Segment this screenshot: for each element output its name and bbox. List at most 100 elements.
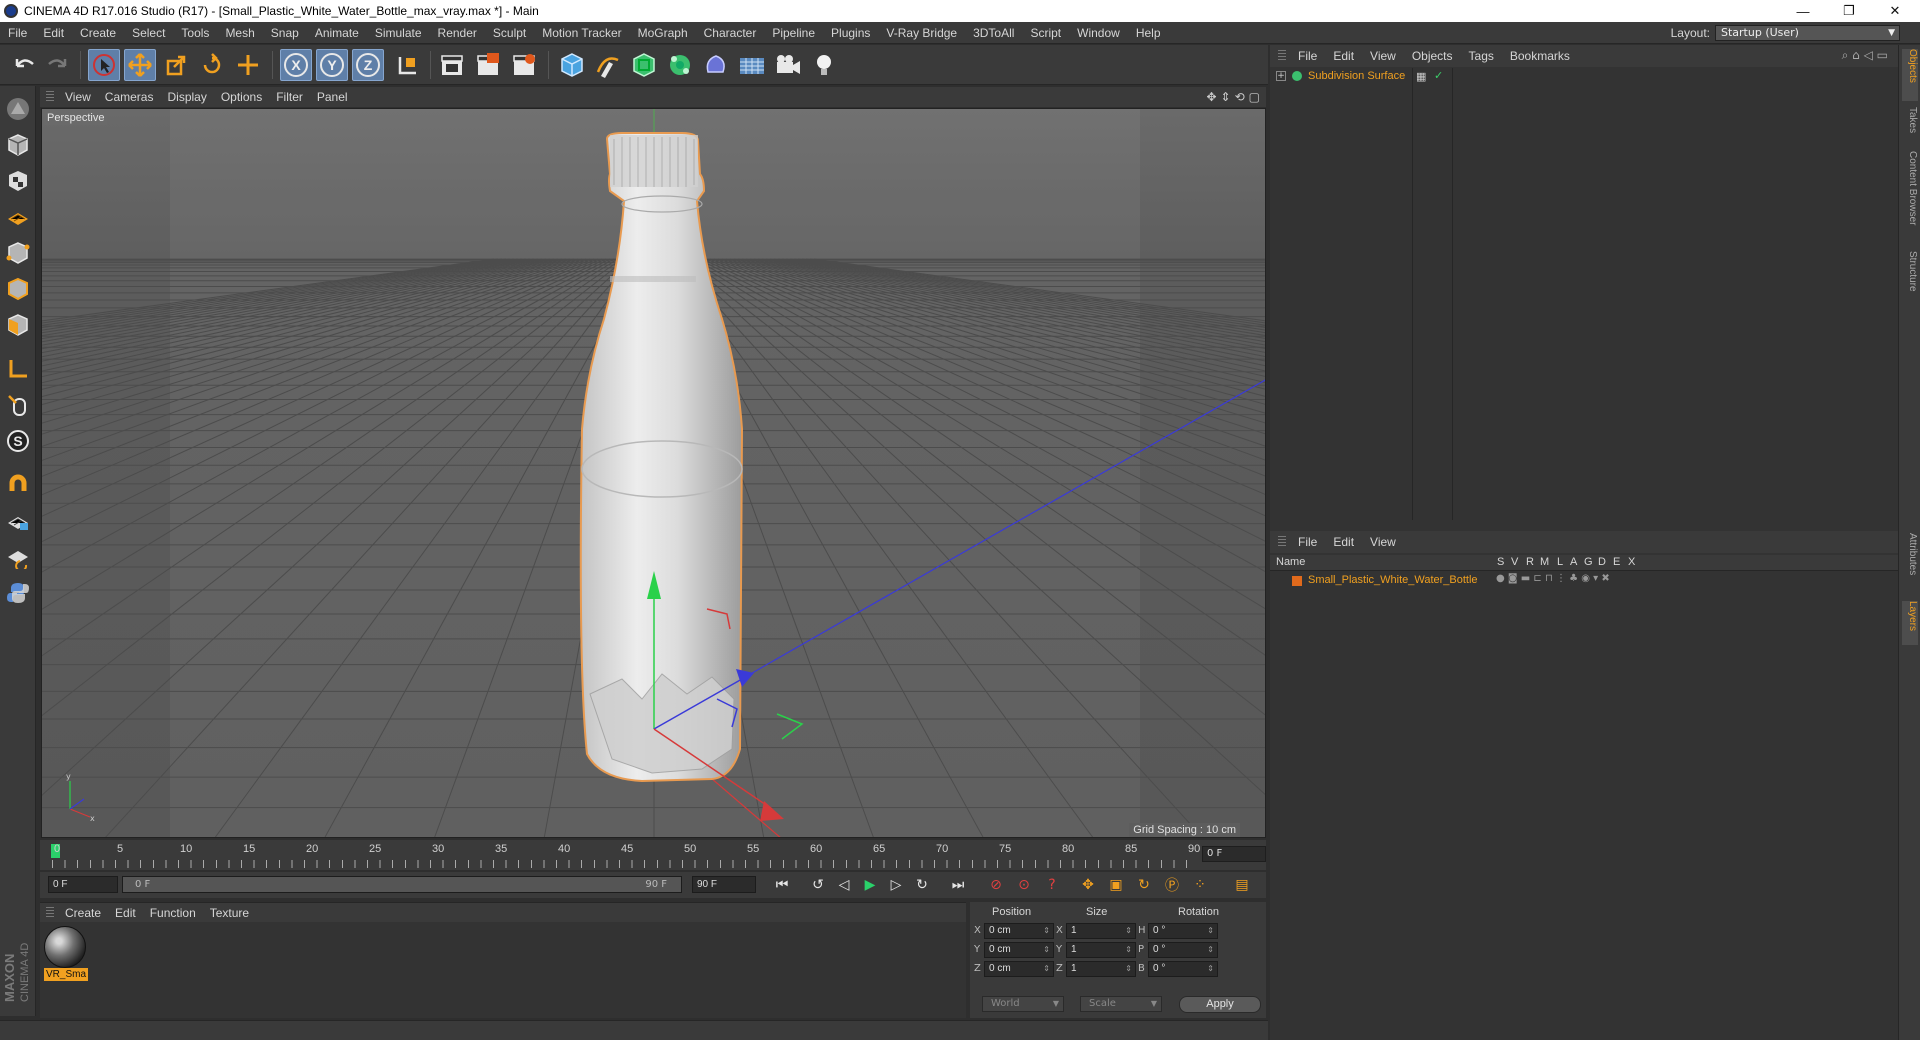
position-field[interactable]: 0 cm ⇕	[984, 961, 1054, 977]
current-frame-field[interactable]: 0 F	[1202, 846, 1266, 862]
magnet-button[interactable]	[3, 470, 33, 500]
tab-objects[interactable]: Objects	[1902, 49, 1918, 101]
size-field[interactable]: 1 ⇕	[1066, 961, 1136, 977]
menu-render[interactable]: Render	[430, 26, 485, 40]
menu-plugins[interactable]: Plugins	[823, 26, 878, 40]
add-cube-button[interactable]	[556, 49, 588, 81]
menu-script[interactable]: Script	[1022, 26, 1069, 40]
menu-help[interactable]: Help	[1128, 26, 1169, 40]
viewport-menu-panel[interactable]: Panel	[310, 90, 355, 104]
add-spline-button[interactable]	[592, 49, 624, 81]
add-light-button[interactable]	[808, 49, 840, 81]
objects-menu-edit[interactable]: Edit	[1325, 49, 1362, 63]
menu-tools[interactable]: Tools	[173, 26, 217, 40]
menu-edit[interactable]: Edit	[35, 26, 72, 40]
preview-range-slider[interactable]: 0 F 90 F	[122, 876, 682, 893]
rotation-field[interactable]: 0 ° ⇕	[1148, 942, 1218, 958]
minimize-button[interactable]: —	[1780, 0, 1826, 22]
render-view-button[interactable]	[436, 49, 468, 81]
next-key-button[interactable]: ↻	[910, 874, 934, 896]
pan-icon[interactable]: ✥	[1206, 90, 1216, 104]
make-editable-button[interactable]	[3, 94, 33, 124]
move-tool-button[interactable]	[124, 49, 156, 81]
key-position-button[interactable]: ✥	[1076, 874, 1100, 896]
timeline-ruler[interactable]: 0 5 10 15 20 25 30 35 40 45 50 55 60 65 70 75 80 85 90 0 F	[40, 840, 1266, 870]
key-parameter-button[interactable]: Ⓟ	[1160, 874, 1184, 896]
edit-visibility-icon[interactable]: ▦	[1416, 70, 1426, 83]
add-mograph-button[interactable]	[664, 49, 696, 81]
menu-character[interactable]: Character	[696, 26, 765, 40]
menu-animate[interactable]: Animate	[307, 26, 367, 40]
timeline-button[interactable]: ▤	[1230, 874, 1254, 896]
apply-button[interactable]: Apply	[1179, 996, 1261, 1013]
tab-content-browser[interactable]: Content Browser	[1902, 151, 1918, 247]
spinner-arrows-icon[interactable]: ⇕	[1125, 943, 1132, 957]
previous-key-button[interactable]: ↺	[806, 874, 830, 896]
coordinate-mode-dropdown[interactable]: World ▼	[982, 996, 1064, 1012]
objects-menu-objects[interactable]: Objects	[1404, 49, 1461, 63]
spinner-arrows-icon[interactable]: ⇕	[1125, 962, 1132, 976]
viewport-menu-view[interactable]: View	[58, 90, 98, 104]
layer-color-swatch[interactable]	[1292, 576, 1302, 586]
axis-mode-button[interactable]	[3, 354, 33, 384]
layer-flag-icons[interactable]: ● ◙ ▬ ⊏ ⊓ ⋮ ♣ ◉ ▾ ✖	[1496, 573, 1610, 584]
add-camera-button[interactable]	[772, 49, 804, 81]
planar-workplane-button[interactable]	[3, 542, 33, 572]
menu-snap[interactable]: Snap	[263, 26, 307, 40]
menu-vray-bridge[interactable]: V-Ray Bridge	[878, 26, 965, 40]
perspective-viewport[interactable]: y x	[41, 108, 1266, 838]
material-menu-create[interactable]: Create	[58, 906, 108, 920]
material-thumbnail[interactable]: VR_Sma	[44, 926, 88, 982]
polygons-mode-button[interactable]	[3, 310, 33, 340]
menu-pipeline[interactable]: Pipeline	[764, 26, 823, 40]
viewport-menu-options[interactable]: Options	[214, 90, 269, 104]
points-mode-button[interactable]	[3, 238, 33, 268]
model-mode-button[interactable]	[3, 130, 33, 160]
panel-grip-icon[interactable]	[46, 906, 54, 919]
viewport-menu-cameras[interactable]: Cameras	[98, 90, 161, 104]
tab-structure[interactable]: Structure	[1902, 251, 1918, 307]
close-button[interactable]: ✕	[1872, 0, 1918, 22]
layers-menu-file[interactable]: File	[1290, 535, 1325, 549]
key-scale-button[interactable]: ▣	[1104, 874, 1128, 896]
object-manager-nav-icons[interactable]: ⌕ ⌂ ◁ ▭	[1842, 48, 1888, 63]
layers-menu-edit[interactable]: Edit	[1325, 535, 1362, 549]
viewport-menu-filter[interactable]: Filter	[269, 90, 310, 104]
menu-select[interactable]: Select	[124, 26, 173, 40]
keyframe-selection-button[interactable]: ?	[1040, 874, 1064, 896]
objects-menu-tags[interactable]: Tags	[1461, 49, 1502, 63]
rotation-field[interactable]: 0 ° ⇕	[1148, 923, 1218, 939]
play-button[interactable]: ▶	[858, 874, 882, 896]
spinner-arrows-icon[interactable]: ⇕	[1207, 943, 1214, 957]
menu-mograph[interactable]: MoGraph	[630, 26, 696, 40]
spinner-arrows-icon[interactable]: ⇕	[1207, 924, 1214, 938]
menu-sculpt[interactable]: Sculpt	[485, 26, 534, 40]
add-generator-button[interactable]	[628, 49, 660, 81]
edges-mode-button[interactable]	[3, 274, 33, 304]
z-axis-lock-button[interactable]: Z	[352, 49, 384, 81]
redo-button[interactable]	[42, 49, 74, 81]
add-scene-button[interactable]	[736, 49, 768, 81]
position-field[interactable]: 0 cm ⇕	[984, 942, 1054, 958]
record-keys-button[interactable]: ⊘	[984, 874, 1008, 896]
scale-tool-button[interactable]	[160, 49, 192, 81]
orbit-icon[interactable]: ⟲	[1235, 90, 1245, 104]
spinner-arrows-icon[interactable]: ⇕	[1043, 943, 1050, 957]
tweak-mode-button[interactable]	[3, 390, 33, 420]
size-field[interactable]: 1 ⇕	[1066, 942, 1136, 958]
material-menu-function[interactable]: Function	[143, 906, 203, 920]
objects-menu-file[interactable]: File	[1290, 49, 1325, 63]
end-frame-field[interactable]: 90 F	[692, 876, 756, 893]
menu-simulate[interactable]: Simulate	[367, 26, 430, 40]
objects-menu-view[interactable]: View	[1362, 49, 1404, 63]
menu-3dtoall[interactable]: 3DToAll	[965, 26, 1022, 40]
autokey-button[interactable]: ⊙	[1012, 874, 1036, 896]
python-script-button[interactable]	[3, 578, 33, 608]
viewport-scene[interactable]: y x	[42, 109, 1266, 838]
layout-dropdown[interactable]: Startup (User) ▼	[1715, 25, 1900, 41]
layer-row[interactable]: Small_Plastic_White_Water_Bottle ● ◙ ▬ ⊏…	[1270, 572, 1900, 590]
tab-takes[interactable]: Takes	[1902, 107, 1918, 147]
spinner-arrows-icon[interactable]: ⇕	[1043, 924, 1050, 938]
rotate-tool-button[interactable]	[196, 49, 228, 81]
key-pla-button[interactable]: ⁘	[1188, 874, 1212, 896]
